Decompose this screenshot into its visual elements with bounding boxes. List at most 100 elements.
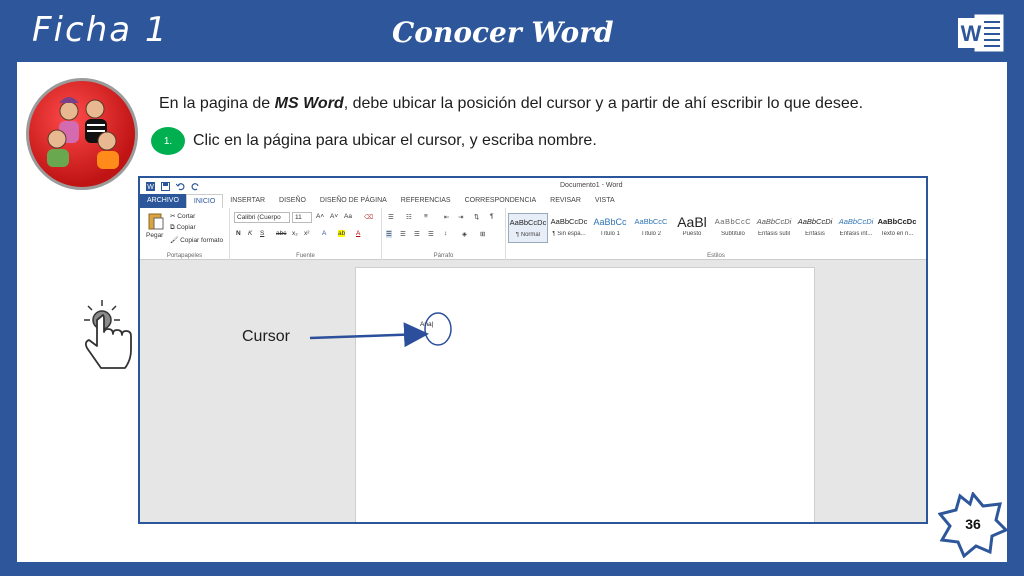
style-name: Énfasis sutil <box>757 231 790 237</box>
style-normal[interactable]: AaBbCcDc ¶ Normal <box>508 213 548 243</box>
style-name: Subtítulo <box>721 231 745 237</box>
intro-text: En la pagina de MS Word, debe ubicar la … <box>159 95 863 113</box>
group-estilos: AaBbCcDc ¶ Normal AaBbCcDc ¶ Sin espa... A… <box>506 208 926 260</box>
shading-icon[interactable]: ◈ <box>462 230 467 238</box>
copy-button[interactable]: ⧉ Copiar <box>170 224 196 232</box>
tab-diseno[interactable]: DISEÑO <box>272 194 313 208</box>
redo-icon[interactable] <box>191 182 200 191</box>
shrink-font-button[interactable]: A˅ <box>330 213 338 220</box>
text-effects-icon[interactable]: A <box>322 230 326 237</box>
style-enfasis-sutil[interactable]: AaBbCcDi Énfasis sutil <box>754 213 794 243</box>
style-sample: AaBbCcC <box>634 217 668 226</box>
group-label-estilos: Estilos <box>707 253 725 259</box>
underline-button[interactable]: S <box>260 230 264 237</box>
page-number: 36 <box>965 516 981 532</box>
style-sample: AaBbCcDc <box>877 217 917 226</box>
highlight-icon[interactable]: ab <box>338 230 346 237</box>
brush-icon: 🖌 <box>170 237 179 244</box>
style-enfasis-intenso[interactable]: AaBbCcDi Énfasis int... <box>836 213 876 243</box>
font-name-combo[interactable]: Calibri (Cuerpo <box>234 212 290 223</box>
copy-label: Copiar <box>176 224 196 231</box>
bold-button[interactable]: N <box>236 230 241 237</box>
tab-inicio[interactable]: INICIO <box>185 194 224 208</box>
style-sample: AaBbCcDc <box>550 217 588 226</box>
style-sample: AaBbCcC <box>714 217 752 226</box>
justify-icon[interactable]: ☰ <box>428 230 434 238</box>
style-enfasis[interactable]: AaBbCcDi Énfasis <box>795 213 835 243</box>
borders-icon[interactable]: ⊞ <box>480 230 485 238</box>
tab-diseno-pagina[interactable]: DISEÑO DE PÁGINA <box>313 194 394 208</box>
style-name: ¶ Normal <box>515 232 541 238</box>
group-fuente: Calibri (Cuerpo 11 A˄ A˅ Aa ⌫ N K S abc … <box>230 208 382 260</box>
tab-correspondencia[interactable]: CORRESPONDENCIA <box>458 194 544 208</box>
align-center-icon[interactable]: ☰ <box>400 230 406 238</box>
style-sample: AaBbCcDi <box>756 217 792 226</box>
word-titlebar: W Documento1 - Word <box>140 178 926 194</box>
ribbon: Pegar ✂ Cortar ⧉ Copiar 🖌 Copiar formato… <box>140 208 926 260</box>
format-painter-button[interactable]: 🖌 Copiar formato <box>170 236 223 244</box>
page-title: Conocer Word <box>392 16 614 49</box>
document-page[interactable] <box>355 267 815 522</box>
sort-icon[interactable]: ⇅ <box>474 213 479 221</box>
change-case-button[interactable]: Aa <box>344 213 352 220</box>
scissors-icon: ✂ <box>170 213 176 220</box>
align-right-icon[interactable]: ☰ <box>414 230 420 238</box>
font-color-icon[interactable]: A <box>356 230 360 237</box>
group-portapapeles: Pegar ✂ Cortar ⧉ Copiar 🖌 Copiar formato… <box>140 208 230 260</box>
style-texto-negrita[interactable]: AaBbCcDc Texto en n... <box>877 213 917 243</box>
style-sin-espaciado[interactable]: AaBbCcDc ¶ Sin espa... <box>549 213 589 243</box>
superscript-button[interactable]: x² <box>304 230 309 237</box>
style-sample: AaBbCcDc <box>509 218 547 227</box>
cursor-label: Cursor <box>242 328 291 345</box>
word-logo-icon: W <box>958 13 1005 53</box>
students-avatar <box>26 78 138 190</box>
intro-before: En la pagina de <box>159 95 275 112</box>
tab-revisar[interactable]: REVISAR <box>543 194 588 208</box>
click-hand-icon <box>84 300 132 369</box>
cut-button[interactable]: ✂ Cortar <box>170 212 195 220</box>
step-text: Clic en la página para ubicar el cursor,… <box>193 132 597 149</box>
style-titulo-1[interactable]: AaBbCc Título 1 <box>590 213 630 243</box>
people-icon <box>47 97 119 169</box>
subscript-button[interactable]: x₂ <box>292 230 298 237</box>
save-icon[interactable] <box>161 181 170 191</box>
clear-format-icon[interactable]: ⌫ <box>364 213 373 221</box>
style-subtitulo[interactable]: AaBbCcC Subtítulo <box>713 213 753 243</box>
style-sample: AaBbCcDi <box>838 217 874 226</box>
group-parrafo: ☰ ☷ ≡ ⇤ ⇥ ⇅ ¶ ☰ ☰ ☰ ☰ ↕ ◈ ⊞ Párrafo <box>382 208 506 260</box>
format-painter-label: Copiar formato <box>180 237 224 244</box>
group-label-portapapeles: Portapapeles <box>166 253 203 259</box>
show-marks-button[interactable]: ¶ <box>490 213 494 220</box>
decrease-indent-icon[interactable]: ⇤ <box>444 213 449 221</box>
style-name: Título 1 <box>599 231 620 237</box>
increase-indent-icon[interactable]: ⇥ <box>458 213 463 221</box>
align-left-icon[interactable]: ☰ <box>386 230 392 238</box>
document-area <box>140 261 926 522</box>
style-titulo-2[interactable]: AaBbCcC Título 2 <box>631 213 671 243</box>
copy-icon: ⧉ <box>170 224 175 231</box>
ribbon-tabs: ARCHIVO INICIO INSERTAR DISEÑO DISEÑO DE… <box>140 194 926 208</box>
tab-vista[interactable]: VISTA <box>588 194 622 208</box>
group-label-fuente: Fuente <box>296 253 315 259</box>
tab-archivo[interactable]: ARCHIVO <box>140 194 186 208</box>
numbering-icon[interactable]: ☷ <box>406 213 412 221</box>
undo-icon[interactable] <box>176 182 185 191</box>
style-puesto[interactable]: AaBl Puesto <box>672 213 712 243</box>
paste-icon[interactable] <box>148 212 164 230</box>
cut-label: Cortar <box>177 213 196 220</box>
multilevel-list-icon[interactable]: ≡ <box>424 213 428 220</box>
tab-referencias[interactable]: REFERENCIAS <box>394 194 458 208</box>
tab-insertar[interactable]: INSERTAR <box>223 194 272 208</box>
italic-button[interactable]: K <box>248 230 252 237</box>
line-spacing-icon[interactable]: ↕ <box>444 230 447 237</box>
style-name: ¶ Sin espa... <box>552 231 586 237</box>
paste-button[interactable]: Pegar <box>146 232 163 239</box>
style-sample: AaBbCcDi <box>797 217 833 226</box>
style-name: Título 2 <box>640 231 661 237</box>
grow-font-button[interactable]: A˄ <box>316 213 324 220</box>
style-sample: AaBbCc <box>593 217 627 227</box>
bullets-icon[interactable]: ☰ <box>388 213 394 221</box>
word-app-icon: W <box>146 181 155 191</box>
font-size-combo[interactable]: 11 <box>292 212 312 223</box>
strikethrough-button[interactable]: abc <box>276 230 286 237</box>
